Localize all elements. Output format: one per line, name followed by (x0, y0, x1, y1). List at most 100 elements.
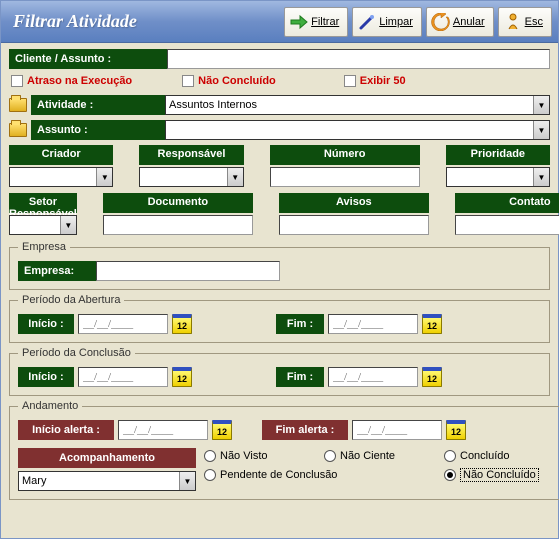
setor-header: Setor Responsável (9, 193, 77, 213)
chevron-down-icon: ▼ (227, 168, 243, 186)
empresa-legend: Empresa (18, 241, 70, 253)
atividade-label: Atividade : (31, 95, 165, 115)
cliente-assunto-label: Cliente / Assunto : (9, 49, 167, 69)
avisos-header: Avisos (279, 193, 429, 213)
chevron-down-icon: ▼ (533, 96, 549, 114)
documento-input[interactable] (103, 215, 253, 235)
arrow-right-icon (289, 12, 309, 32)
setor-combo[interactable]: ▼ (9, 215, 77, 235)
toolbar: Filtrar Limpar Anular Esc (284, 7, 552, 37)
undo-icon (431, 12, 451, 32)
radio-nao-visto[interactable]: Não Visto (204, 450, 324, 462)
fim-alerta-input[interactable] (352, 420, 442, 440)
atividade-combo[interactable]: Assuntos Internos ▼ (165, 95, 550, 115)
inicio-alerta-label: Início alerta : (18, 420, 114, 440)
periodo-conclusao-fieldset: Período da Conclusão Início : 12 Fim : 1… (9, 347, 550, 396)
radio-concluido[interactable]: Concluído (444, 450, 554, 462)
numero-input[interactable] (270, 167, 420, 187)
radio-label: Pendente de Conclusão (220, 469, 337, 481)
atraso-label: Atraso na Execução (27, 75, 132, 87)
atividade-value: Assuntos Internos (169, 99, 257, 111)
periodo-conclusao-legend: Período da Conclusão (18, 347, 135, 359)
checkbox-icon (11, 75, 23, 87)
contato-header: Contato (455, 193, 559, 213)
inicio-label: Início : (18, 314, 74, 334)
radio-label: Não Visto (220, 450, 268, 462)
abertura-fim-input[interactable] (328, 314, 418, 334)
abertura-inicio-input[interactable] (78, 314, 168, 334)
empresa-input[interactable] (96, 261, 280, 281)
nao-concluido-check[interactable]: Não Concluído (182, 75, 276, 87)
assunto-combo[interactable]: ▼ (165, 120, 550, 140)
acompanhamento-combo[interactable]: Mary ▼ (18, 471, 196, 491)
fim-label: Fim : (276, 367, 324, 387)
window-title: Filtrar Atividade (7, 11, 284, 32)
radio-icon (324, 450, 336, 462)
prioridade-header: Prioridade (446, 145, 550, 165)
calendar-icon[interactable]: 12 (422, 367, 442, 387)
conclusao-fim-input[interactable] (328, 367, 418, 387)
inicio-alerta-input[interactable] (118, 420, 208, 440)
esc-button[interactable]: Esc (498, 7, 552, 37)
titlebar: Filtrar Atividade Filtrar Limpar Anular (1, 1, 558, 43)
nao-concluido-label: Não Concluído (198, 75, 276, 87)
chevron-down-icon: ▼ (60, 216, 76, 234)
empresa-fieldset: Empresa Empresa: (9, 241, 550, 290)
calendar-icon[interactable]: 12 (172, 314, 192, 334)
numero-header: Número (270, 145, 420, 165)
filtrar-label: Filtrar (311, 16, 339, 28)
radio-icon (444, 450, 456, 462)
assunto-label: Assunto : (31, 120, 165, 140)
anular-button[interactable]: Anular (426, 7, 494, 37)
radio-nao-ciente[interactable]: Não Ciente (324, 450, 444, 462)
periodo-abertura-legend: Período da Abertura (18, 294, 124, 306)
acompanhamento-value: Mary (22, 475, 46, 487)
avisos-input[interactable] (279, 215, 429, 235)
chevron-down-icon: ▼ (533, 121, 549, 139)
radio-label: Não Ciente (340, 450, 395, 462)
exibir50-check[interactable]: Exibir 50 (344, 75, 406, 87)
limpar-button[interactable]: Limpar (352, 7, 422, 37)
folder-icon (9, 123, 27, 137)
anular-label: Anular (453, 16, 485, 28)
limpar-label: Limpar (379, 16, 413, 28)
radio-icon (204, 469, 216, 481)
periodo-abertura-fieldset: Período da Abertura Início : 12 Fim : 12 (9, 294, 550, 343)
inicio-label: Início : (18, 367, 74, 387)
calendar-icon[interactable]: 12 (446, 420, 466, 440)
empresa-label: Empresa: (18, 261, 96, 281)
person-exit-icon (503, 12, 523, 32)
radio-pendente[interactable]: Pendente de Conclusão (204, 468, 444, 482)
andamento-legend: Andamento (18, 400, 82, 412)
exibir50-label: Exibir 50 (360, 75, 406, 87)
calendar-icon[interactable]: 12 (172, 367, 192, 387)
fim-label: Fim : (276, 314, 324, 334)
contato-input[interactable] (455, 215, 559, 235)
conclusao-inicio-input[interactable] (78, 367, 168, 387)
calendar-icon[interactable]: 12 (212, 420, 232, 440)
esc-label: Esc (525, 16, 543, 28)
criador-header: Criador (9, 145, 113, 165)
documento-header: Documento (103, 193, 253, 213)
chevron-down-icon: ▼ (96, 168, 112, 186)
radio-icon (444, 469, 456, 481)
radio-label: Concluído (460, 450, 510, 462)
folder-icon (9, 98, 27, 112)
checkbox-icon (182, 75, 194, 87)
responsavel-combo[interactable]: ▼ (139, 167, 243, 187)
andamento-fieldset: Andamento Início alerta : 12 Fim alerta … (9, 400, 559, 500)
filtrar-button[interactable]: Filtrar (284, 7, 348, 37)
radio-label: Não Concluído (460, 468, 539, 482)
cliente-assunto-input[interactable] (167, 49, 550, 69)
acompanhamento-label: Acompanhamento (18, 448, 196, 468)
criador-combo[interactable]: ▼ (9, 167, 113, 187)
calendar-icon[interactable]: 12 (422, 314, 442, 334)
chevron-down-icon: ▼ (533, 168, 549, 186)
responsavel-header: Responsável (139, 145, 243, 165)
checkbox-icon (344, 75, 356, 87)
atraso-check[interactable]: Atraso na Execução (11, 75, 132, 87)
filter-checks: Atraso na Execução Não Concluído Exibir … (11, 75, 550, 87)
chevron-down-icon: ▼ (179, 472, 195, 490)
radio-nao-concluido[interactable]: Não Concluído (444, 468, 554, 482)
prioridade-combo[interactable]: ▼ (446, 167, 550, 187)
